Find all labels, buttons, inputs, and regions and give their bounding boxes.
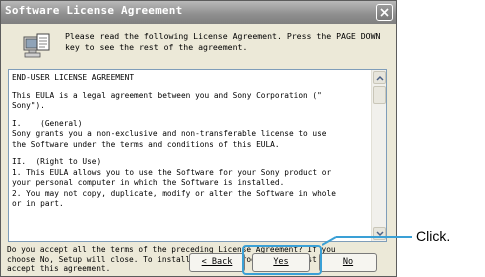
- license-line: Sony").: [12, 101, 45, 110]
- license-line: I. (General): [12, 118, 83, 128]
- license-paragraph-gap: [12, 112, 362, 119]
- license-line: or in part.: [12, 199, 64, 208]
- yes-button-highlight: [242, 245, 322, 275]
- back-button[interactable]: < Back: [189, 253, 245, 272]
- license-line: 1. This EULA allows you to use the Softw…: [12, 167, 332, 177]
- license-line: This EULA is a legal agreement between y…: [12, 90, 322, 100]
- screenshot-root: Software License Agreement Please read t…: [0, 0, 485, 277]
- license-line: the Software under the terms and conditi…: [12, 139, 280, 149]
- license-line: END-USER LICENSE AGREEMENT: [12, 73, 135, 82]
- license-line: 2. You may not copy, duplicate, modify o…: [12, 188, 336, 198]
- license-line: II. (Right to Use): [12, 157, 102, 166]
- window-title: Software License Agreement: [5, 4, 183, 17]
- license-paragraph-gap: [12, 84, 362, 91]
- license-document-icon: [22, 31, 52, 61]
- callout-label: Click.: [416, 228, 451, 244]
- license-text: END-USER LICENSE AGREEMENT This EULA is a…: [12, 73, 362, 210]
- back-button-label: < Back: [201, 257, 233, 267]
- license-line: your personal computer in which the Soft…: [12, 178, 285, 187]
- license-line: Sony grants you a non-exclusive and non-…: [12, 129, 327, 138]
- license-paragraph-gap: [12, 150, 362, 157]
- callout-line: [322, 236, 412, 246]
